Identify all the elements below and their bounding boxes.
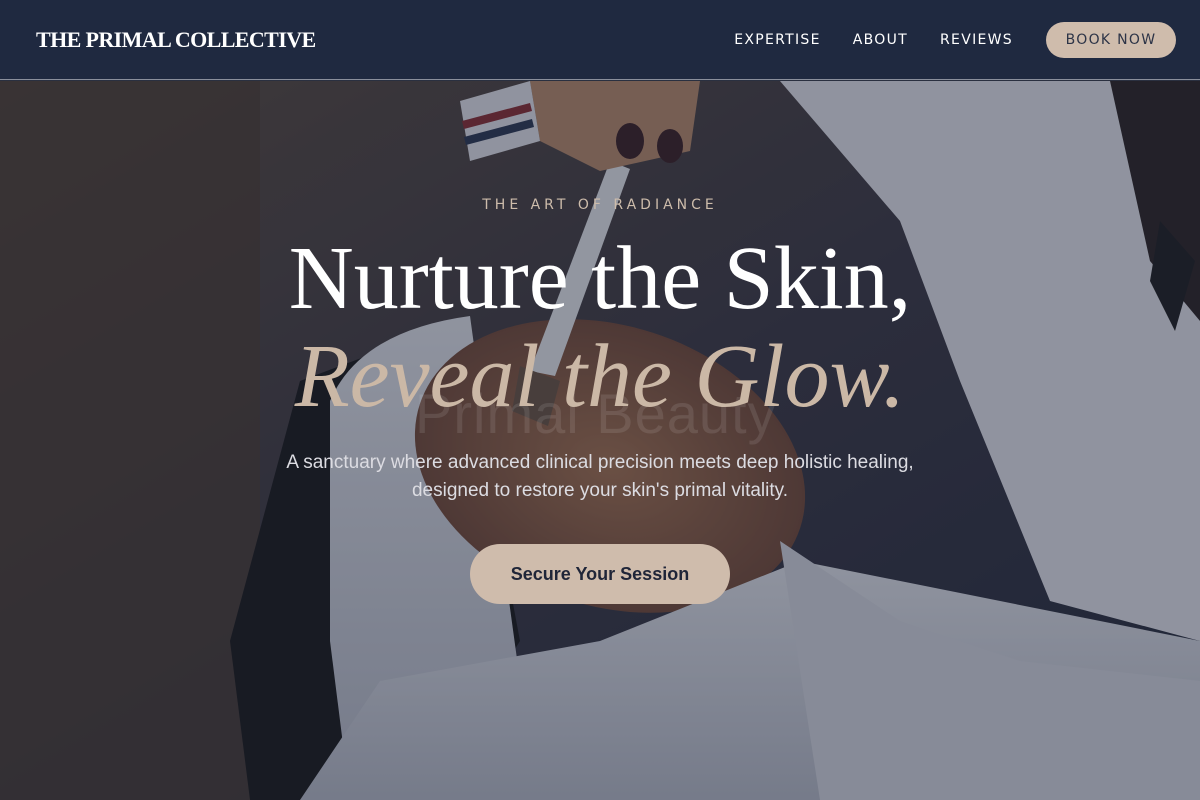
- secure-session-button[interactable]: Secure Your Session: [470, 544, 730, 604]
- nav-link-about[interactable]: ABOUT: [853, 32, 908, 48]
- main-nav: EXPERTISE ABOUT REVIEWS BOOK NOW: [734, 21, 1176, 58]
- hero-headline-line-1: Nurture the Skin,: [288, 229, 912, 328]
- nav-link-reviews[interactable]: REVIEWS: [940, 32, 1013, 48]
- hero-eyebrow: THE ART OF RADIANCE: [482, 197, 718, 213]
- book-now-button[interactable]: BOOK NOW: [1046, 21, 1176, 58]
- site-logo[interactable]: THE PRIMAL COLLECTIVE: [36, 27, 316, 53]
- hero-description: A sanctuary where advanced clinical prec…: [286, 452, 914, 501]
- nav-link-expertise[interactable]: EXPERTISE: [734, 32, 821, 48]
- hero-headline-line-2: Reveal the Glow.: [294, 327, 906, 426]
- hero-content: THE ART OF RADIANCE Nurture the Skin, Re…: [0, 81, 1200, 800]
- hero-section: Primal Beauty THE ART OF RADIANCE Nurtur…: [0, 81, 1200, 800]
- site-header: THE PRIMAL COLLECTIVE EXPERTISE ABOUT RE…: [0, 0, 1200, 80]
